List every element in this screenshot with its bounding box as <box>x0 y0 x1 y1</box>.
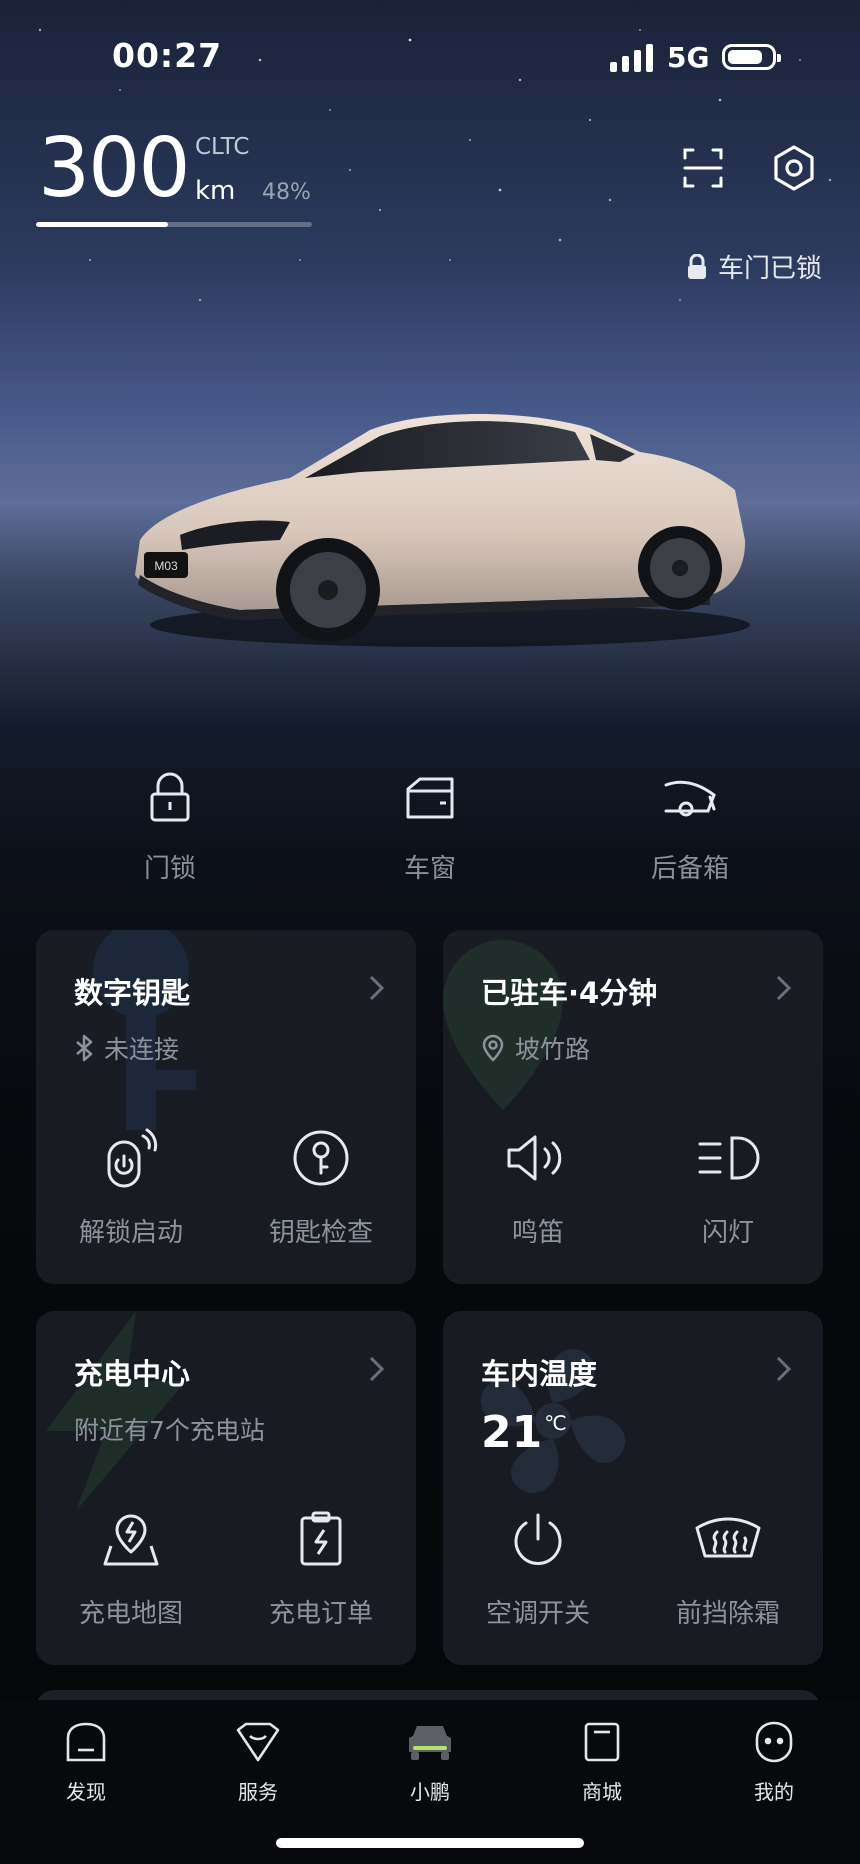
headlight-icon <box>698 1136 760 1180</box>
remote-start-button[interactable]: 解锁启动 <box>36 1126 226 1249</box>
horn-button[interactable]: 鸣笛 <box>443 1126 633 1249</box>
range-progress-bar <box>36 222 312 227</box>
range-unit: km <box>195 176 236 206</box>
car-window-label: 车窗 <box>403 854 456 884</box>
profile-icon <box>755 1721 793 1763</box>
car-window-icon <box>406 777 454 819</box>
car-icon <box>409 1726 451 1760</box>
cellular-signal-icon <box>610 44 653 72</box>
door-lock-button[interactable]: 门锁 <box>60 768 280 885</box>
door-lock-label: 门锁 <box>143 854 196 884</box>
key-check-label: 钥匙检查 <box>268 1218 373 1248</box>
digital-key-title: 数字钥匙 <box>74 976 191 1010</box>
charging-center-title: 充电中心 <box>74 1357 191 1391</box>
horn-speaker-icon <box>507 1135 562 1181</box>
home-indicator[interactable] <box>276 1838 584 1848</box>
range-standard: CLTC <box>195 134 250 160</box>
charge-order-icon <box>300 1511 342 1566</box>
tab-service[interactable]: 服务 <box>198 1716 318 1805</box>
trunk-label: 后备箱 <box>650 854 729 884</box>
range-progress-fill <box>36 222 169 227</box>
cabin-temperature-title: 车内温度 <box>481 1357 598 1391</box>
power-icon <box>514 1513 562 1565</box>
parking-location-text: 坡竹路 <box>515 1035 591 1064</box>
chevron-right-icon <box>369 975 385 1001</box>
digital-key-status: 未连接 <box>74 1030 179 1066</box>
remote-start-label: 解锁启动 <box>78 1218 183 1248</box>
tab-service-label: 服务 <box>238 1780 278 1804</box>
range-value: 300 <box>38 121 191 216</box>
key-check-button[interactable]: 钥匙检查 <box>226 1126 416 1249</box>
small-lock-icon <box>687 253 706 279</box>
defrost-icon <box>695 1517 761 1558</box>
tab-store[interactable]: 商城 <box>542 1716 662 1805</box>
chevron-right-icon <box>776 975 792 1001</box>
battery-icon <box>722 44 781 70</box>
front-defrost-button[interactable]: 前挡除霜 <box>633 1507 823 1630</box>
climate-card[interactable]: 车内温度 21 ℃ 空调开关 前挡除霜 <box>443 1311 823 1665</box>
flash-lights-button[interactable]: 闪灯 <box>633 1126 823 1249</box>
charge-map-label: 充电地图 <box>78 1599 183 1629</box>
charge-order-button[interactable]: 充电订单 <box>226 1507 416 1630</box>
status-time: 00:27 <box>112 36 223 75</box>
tab-discover-label: 发现 <box>66 1780 106 1804</box>
chevron-right-icon <box>369 1356 385 1382</box>
settings-gear-icon[interactable] <box>768 142 820 194</box>
tab-profile-label: 我的 <box>754 1780 794 1804</box>
tab-profile[interactable]: 我的 <box>714 1716 834 1805</box>
tab-store-label: 商城 <box>582 1780 622 1804</box>
front-defrost-label: 前挡除霜 <box>675 1599 780 1629</box>
ac-power-button[interactable]: 空调开关 <box>443 1507 633 1630</box>
charging-stations-nearby: 附近有7个充电站 <box>74 1416 265 1445</box>
store-icon <box>584 1722 620 1762</box>
key-check-icon <box>293 1130 349 1186</box>
network-type: 5G <box>667 41 710 74</box>
charge-map-button[interactable]: 充电地图 <box>36 1507 226 1630</box>
digital-key-status-text: 未连接 <box>104 1035 180 1064</box>
ac-power-label: 空调开关 <box>485 1599 590 1629</box>
car-window-button[interactable]: 车窗 <box>320 768 540 885</box>
chevron-right-icon <box>776 1356 792 1382</box>
service-icon <box>236 1722 280 1762</box>
parking-title: 已驻车·4分钟 <box>481 976 658 1010</box>
charge-map-icon <box>103 1514 159 1566</box>
temperature-unit: ℃ <box>544 1411 567 1435</box>
location-pin-icon <box>482 1034 504 1062</box>
trunk-icon <box>664 780 716 817</box>
parking-card[interactable]: 已驻车·4分钟 坡竹路 鸣笛 闪灯 <box>443 930 823 1284</box>
horn-label: 鸣笛 <box>511 1218 564 1248</box>
car-image: M03 <box>135 413 750 647</box>
bluetooth-icon <box>76 1034 93 1062</box>
license-plate: M03 <box>154 559 178 573</box>
tab-xpeng-label: 小鹏 <box>410 1780 450 1804</box>
battery-percent: 48% <box>262 180 311 205</box>
status-bar: 00:27 5G <box>0 0 860 110</box>
cabin-temperature-value: 21 ℃ <box>481 1407 567 1458</box>
discover-icon <box>66 1722 106 1762</box>
remote-start-icon <box>107 1128 158 1188</box>
temperature-number: 21 <box>481 1407 543 1458</box>
padlock-icon <box>150 772 190 822</box>
tab-discover[interactable]: 发现 <box>26 1716 146 1805</box>
trunk-button[interactable]: 后备箱 <box>580 768 800 885</box>
flash-lights-label: 闪灯 <box>701 1218 754 1248</box>
digital-key-card[interactable]: 数字钥匙 未连接 解锁启动 钥匙检查 <box>36 930 416 1284</box>
door-lock-status-text: 车门已锁 <box>717 254 822 284</box>
scan-icon[interactable] <box>677 142 729 194</box>
door-lock-status: 车门已锁 <box>686 248 822 285</box>
charging-center-card[interactable]: 充电中心 附近有7个充电站 充电地图 充电订单 <box>36 1311 416 1665</box>
tab-xpeng[interactable]: 小鹏 <box>370 1716 490 1805</box>
charge-order-label: 充电订单 <box>268 1599 373 1629</box>
parking-location: 坡竹路 <box>481 1030 590 1066</box>
